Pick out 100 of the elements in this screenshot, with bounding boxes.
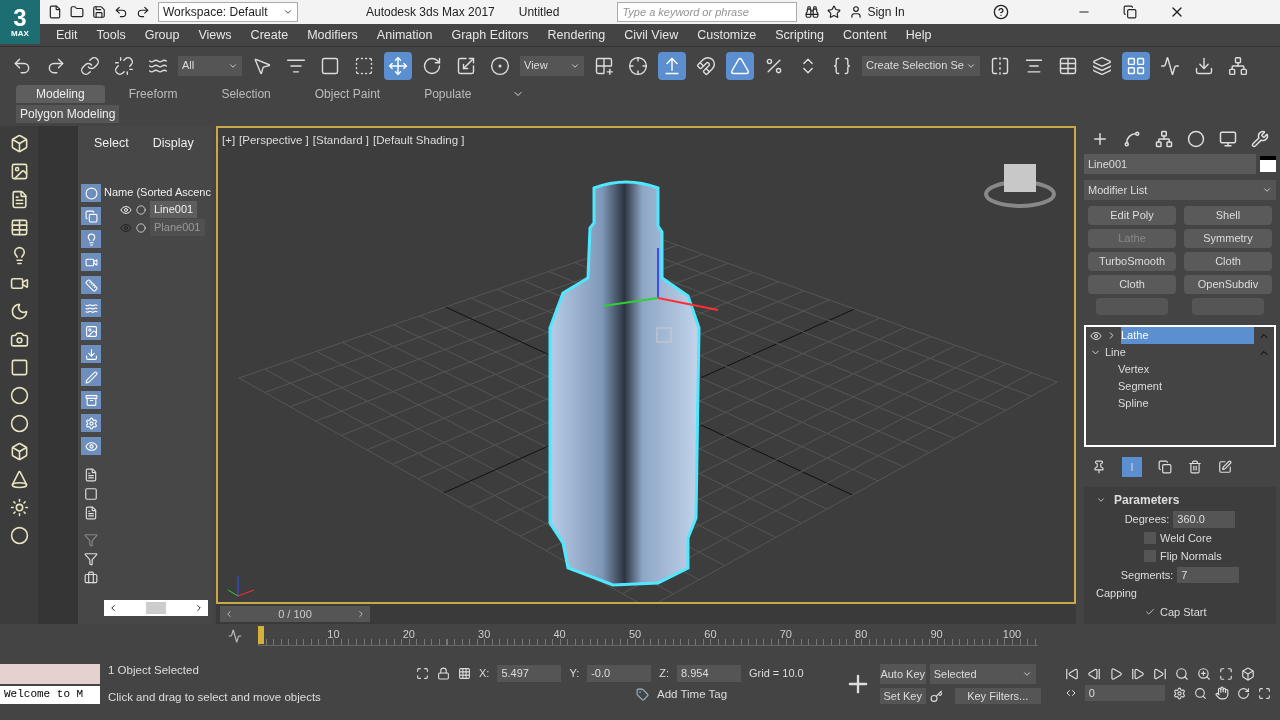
download-filter-button[interactable] — [81, 345, 101, 363]
coordinate-field[interactable]: 5.497 — [497, 665, 562, 682]
time-marker[interactable] — [258, 626, 264, 644]
stack-subitem[interactable]: Vertex — [1086, 361, 1274, 378]
modifier-button[interactable]: Cloth — [1184, 252, 1272, 271]
current-frame-field[interactable]: 0 — [1084, 684, 1165, 702]
search-field[interactable]: Type a keyword or phrase — [617, 2, 798, 22]
coordinate-field[interactable]: -0.0 — [587, 665, 652, 682]
viewport-label[interactable]: [Perspective ] — [239, 132, 309, 150]
camera-icon[interactable] — [9, 330, 29, 349]
waves-filter-button[interactable] — [81, 299, 101, 317]
eye-filter-button[interactable] — [81, 437, 101, 455]
monitor-icon[interactable] — [1219, 130, 1237, 148]
menu-item[interactable]: Edit — [56, 25, 78, 45]
object-name-field[interactable]: Line001 — [1084, 154, 1256, 174]
modifier-button[interactable]: Edit Poly — [1088, 206, 1176, 225]
menu-item[interactable]: Scripting — [775, 25, 824, 45]
stack-item[interactable]: Lathe — [1121, 327, 1254, 344]
ribbon-tab[interactable]: Modeling — [16, 85, 105, 103]
ribbon-tab[interactable]: Freeform — [108, 85, 198, 103]
moon-icon[interactable] — [9, 302, 29, 321]
shapes-filter-button[interactable] — [81, 207, 101, 225]
coordinate-field[interactable]: 8.954 — [677, 665, 741, 682]
ribbon-panel-label[interactable]: Polygon Modeling — [16, 105, 120, 123]
menu-item[interactable]: Help — [905, 25, 932, 45]
circle-filter-button[interactable] — [81, 184, 101, 202]
image-filter-button[interactable] — [81, 322, 101, 340]
set-key-button[interactable]: Set Key — [879, 687, 926, 705]
curve-icon[interactable] — [1123, 130, 1141, 148]
move-button[interactable] — [384, 51, 412, 80]
menu-item[interactable]: Animation — [376, 25, 433, 45]
modifier-button[interactable]: TurboSmooth — [1088, 252, 1176, 271]
checkbox[interactable] — [1144, 550, 1156, 563]
listener-mini-field[interactable]: Welcome to M — [0, 686, 100, 704]
table-icon[interactable] — [9, 218, 29, 237]
explorer-tab[interactable]: Display — [152, 133, 194, 153]
viewport[interactable]: [+] [Perspective ] [Standard ] [Default Shading ] — [216, 126, 1076, 604]
key-mode-dropdown[interactable]: Selected — [929, 663, 1036, 684]
ribbon-tab[interactable]: Selection — [201, 85, 291, 103]
scene-object[interactable]: Line001 — [150, 201, 198, 218]
menu-item[interactable]: Rendering — [547, 25, 606, 45]
modifier-button[interactable]: Shell — [1184, 206, 1272, 225]
video-camera-filter-button[interactable] — [81, 253, 101, 271]
add-time-tag[interactable]: Add Time Tag — [657, 685, 728, 703]
horizontal-scrollbar[interactable] — [104, 600, 208, 616]
image-icon[interactable] — [9, 162, 29, 181]
named-selection-dropdown[interactable]: Create Selection Se — [862, 55, 980, 76]
circle-icon[interactable] — [9, 526, 29, 545]
track-bar[interactable]: 10 20 30 40 50 60 70 80 90 100 — [258, 626, 1038, 646]
stack-item[interactable]: Line — [1105, 344, 1254, 361]
ribbon-tab[interactable]: Object Paint — [294, 85, 401, 103]
hierarchy-icon[interactable] — [1155, 130, 1173, 148]
modifier-button[interactable]: Symmetry — [1184, 229, 1272, 248]
box-icon[interactable] — [9, 442, 29, 461]
modifier-button[interactable]: OpenSubdiv — [1184, 275, 1272, 294]
menu-item[interactable]: Modifiers — [307, 25, 358, 45]
menu-item[interactable]: Group — [144, 25, 180, 45]
circle-icon[interactable] — [9, 386, 29, 405]
menu-item[interactable]: Create — [250, 25, 289, 45]
wrench-icon[interactable] — [1251, 130, 1269, 148]
circle-icon[interactable] — [1187, 130, 1205, 148]
circle-icon[interactable] — [9, 414, 29, 433]
gear-filter-button[interactable] — [81, 414, 101, 432]
viewport-label[interactable]: [Standard ] — [312, 132, 370, 150]
cone-icon[interactable] — [9, 470, 29, 489]
frame-counter[interactable]: 0 / 100 — [220, 606, 370, 622]
rollout-title[interactable]: Parameters — [1114, 491, 1180, 509]
auto-key-button[interactable]: Auto Key — [879, 663, 926, 684]
lightbulb-filter-button[interactable] — [81, 230, 101, 248]
box-icon[interactable] — [9, 134, 29, 153]
viewport-label[interactable]: [Default Shading ] — [373, 132, 465, 150]
viewport-label[interactable]: [+] — [222, 132, 236, 150]
scroll-thumb[interactable] — [146, 602, 166, 614]
arrow-up-button[interactable] — [658, 51, 686, 80]
sign-in-button[interactable]: Sign In — [849, 3, 970, 21]
archive-filter-button[interactable] — [81, 391, 101, 409]
segments-spinner[interactable]: 7 — [1177, 566, 1240, 583]
menu-item[interactable]: Civil View — [624, 25, 679, 45]
menu-item[interactable]: Views — [198, 25, 232, 45]
object-color-swatch[interactable] — [1260, 156, 1276, 172]
coordinate-dropdown[interactable]: View — [520, 55, 584, 76]
angle-button[interactable] — [726, 51, 754, 80]
modifier-button[interactable]: Cloth — [1088, 275, 1176, 294]
sun-icon[interactable] — [9, 498, 29, 517]
grid-layout-button[interactable] — [1122, 51, 1150, 80]
column-header[interactable]: Name (Sorted Ascenc — [104, 184, 212, 201]
menu-item[interactable]: Customize — [697, 25, 757, 45]
ribbon-tab[interactable]: Populate — [404, 85, 492, 103]
menu-item[interactable]: Tools — [96, 25, 126, 45]
checkbox[interactable] — [1144, 531, 1156, 544]
degrees-spinner[interactable]: 360.0 — [1173, 511, 1236, 528]
menu-item[interactable]: Content — [842, 25, 887, 45]
plus-icon[interactable] — [1091, 130, 1109, 148]
explorer-tab[interactable]: Select — [94, 133, 129, 153]
app-logo[interactable]: 3 MAX — [0, 0, 40, 44]
ruler-filter-button[interactable] — [81, 276, 101, 294]
modifier-list-dropdown[interactable]: Modifier List — [1084, 180, 1276, 200]
selection-filter-dropdown[interactable]: All — [178, 55, 242, 76]
menu-item[interactable]: Graph Editors — [451, 25, 529, 45]
pen-filter-button[interactable] — [81, 368, 101, 386]
